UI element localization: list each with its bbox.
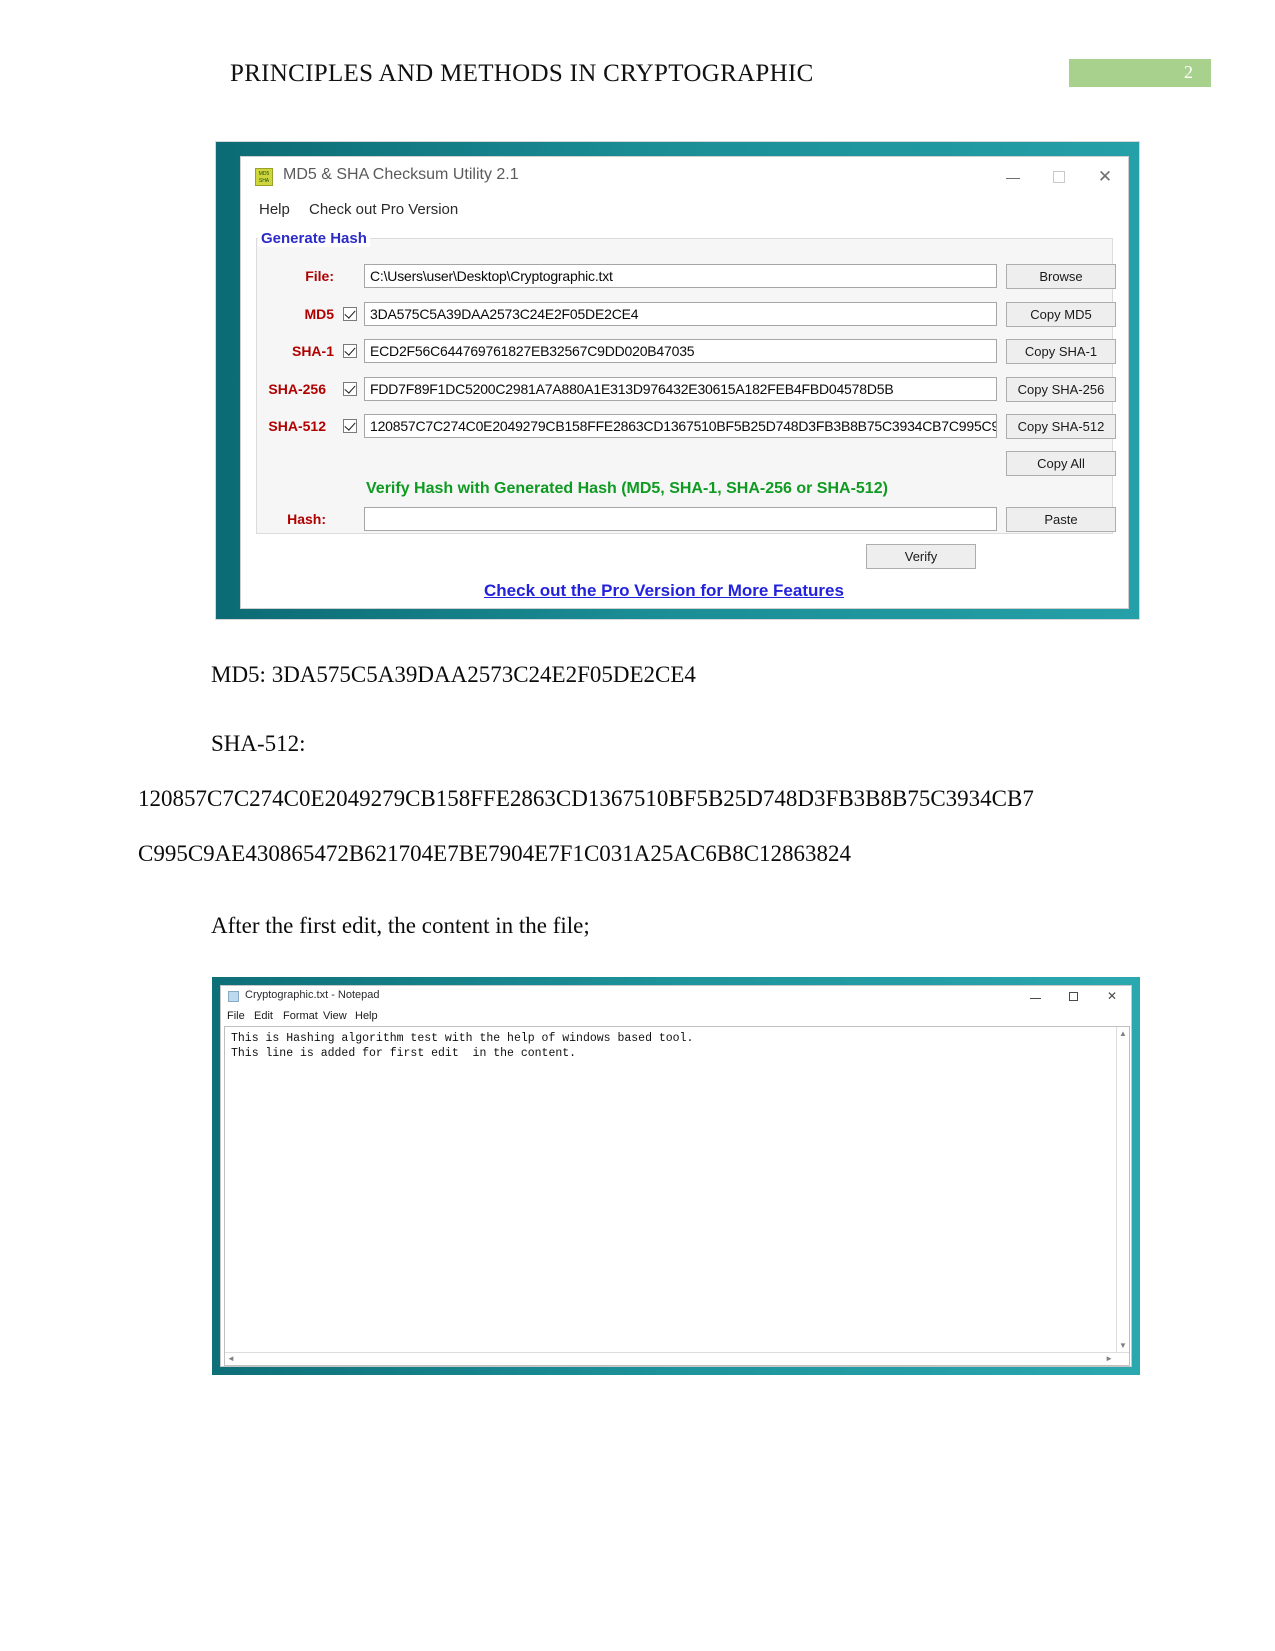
md5-app-icon-line2: SHA — [258, 178, 270, 184]
md5-window-client-area: MD5 SHA MD5 & SHA Checksum Utility 2.1 ✕… — [240, 156, 1129, 609]
md5-result-text: MD5: 3DA575C5A39DAA2573C24E2F05DE2CE4 — [211, 662, 696, 687]
minimize-icon — [1006, 178, 1020, 179]
close-button[interactable]: ✕ — [1082, 157, 1128, 197]
sha1-value-field[interactable]: ECD2F56C644769761827EB32567C9DD020B47035 — [364, 339, 997, 363]
file-input[interactable]: C:\Users\user\Desktop\Cryptographic.txt — [364, 264, 997, 288]
md5-value-field[interactable]: 3DA575C5A39DAA2573C24E2F05DE2CE4 — [364, 302, 997, 326]
sha256-row: SHA-256 FDD7F89F1DC5200C2981A7A880A1E313… — [256, 377, 1116, 402]
file-label: File: — [305, 268, 334, 284]
hash-input[interactable] — [364, 507, 997, 531]
sha1-row: SHA-1 ECD2F56C644769761827EB32567C9DD020… — [256, 339, 1116, 364]
notepad-menu-help[interactable]: Help — [355, 1010, 378, 1022]
notepad-menu-bar: File Edit Format View Help — [221, 1008, 1131, 1025]
sha512-label: SHA-512 — [268, 418, 326, 434]
menu-item-check-out-pro-version[interactable]: Check out Pro Version — [309, 201, 458, 218]
notepad-horizontal-scrollbar[interactable]: ◄ ► — [225, 1352, 1129, 1365]
sha256-label: SHA-256 — [268, 381, 326, 397]
paste-button[interactable]: Paste — [1006, 507, 1116, 532]
scroll-down-arrow-icon[interactable]: ▼ — [1119, 1341, 1127, 1351]
sha512-result-line1: 120857C7C274C0E2049279CB158FFE2863CD1367… — [138, 786, 1034, 811]
notepad-menu-file[interactable]: File — [227, 1010, 245, 1022]
notepad-title-bar: Cryptographic.txt - Notepad ✕ — [221, 986, 1131, 1008]
notepad-window-title: Cryptographic.txt - Notepad — [245, 989, 380, 1001]
generate-hash-label: Generate Hash — [258, 230, 370, 247]
sha512-result-line2: C995C9AE430865472B621704E7BE7904E7F1C031… — [138, 841, 852, 866]
minimize-button[interactable] — [990, 157, 1036, 197]
copy-sha1-button[interactable]: Copy SHA-1 — [1006, 339, 1116, 364]
verify-button[interactable]: Verify — [866, 544, 976, 569]
scroll-up-arrow-icon[interactable]: ▲ — [1119, 1029, 1127, 1039]
sha512-checkbox[interactable] — [343, 419, 357, 433]
hash-row: Hash: Paste — [256, 507, 1116, 532]
scroll-right-arrow-icon[interactable]: ► — [1105, 1354, 1113, 1364]
copy-sha256-button[interactable]: Copy SHA-256 — [1006, 377, 1116, 402]
page-number: 2 — [1184, 62, 1193, 82]
notepad-client-area: Cryptographic.txt - Notepad ✕ File Edit … — [220, 985, 1132, 1367]
page-number-badge: 2 — [1069, 59, 1211, 87]
copy-sha512-button[interactable]: Copy SHA-512 — [1006, 414, 1116, 439]
md5-title-bar: MD5 SHA MD5 & SHA Checksum Utility 2.1 ✕ — [241, 157, 1128, 197]
close-icon: ✕ — [1106, 989, 1118, 1003]
md5-window-controls: ✕ — [990, 157, 1128, 197]
notepad-content-line-1: This is Hashing algorithm test with the … — [231, 1032, 694, 1045]
sha512-value-field[interactable]: 120857C7C274C0E2049279CB158FFE2863CD1367… — [364, 414, 997, 438]
copy-md5-button[interactable]: Copy MD5 — [1006, 302, 1116, 327]
menu-item-help[interactable]: Help — [259, 201, 290, 218]
md5-app-icon: MD5 SHA — [255, 168, 273, 186]
notepad-menu-edit[interactable]: Edit — [254, 1010, 273, 1022]
document-header: PRINCIPLES AND METHODS IN CRYPTOGRAPHIC … — [0, 0, 1275, 115]
notepad-maximize-button[interactable] — [1055, 986, 1093, 1008]
md5-label: MD5 — [304, 306, 334, 322]
notepad-window-controls: ✕ — [1017, 986, 1131, 1008]
notepad-content-line-2: This line is added for first edit in the… — [231, 1047, 577, 1060]
maximize-icon — [1053, 171, 1065, 183]
pro-version-link[interactable]: Check out the Pro Version for More Featu… — [484, 581, 844, 601]
page-title: PRINCIPLES AND METHODS IN CRYPTOGRAPHIC — [230, 60, 814, 87]
md5-row: MD5 3DA575C5A39DAA2573C24E2F05DE2CE4 Cop… — [256, 302, 1116, 327]
notepad-menu-format[interactable]: Format — [283, 1010, 318, 1022]
verify-hash-heading: Verify Hash with Generated Hash (MD5, SH… — [366, 480, 888, 497]
notepad-text-area[interactable]: This is Hashing algorithm test with the … — [224, 1026, 1130, 1366]
maximize-button[interactable] — [1036, 157, 1082, 197]
notepad-vertical-scrollbar[interactable]: ▲ ▼ — [1116, 1027, 1129, 1365]
scroll-left-arrow-icon[interactable]: ◄ — [227, 1354, 235, 1364]
notepad-minimize-button[interactable] — [1017, 986, 1055, 1008]
notepad-app-icon — [228, 991, 239, 1002]
file-row: File: C:\Users\user\Desktop\Cryptographi… — [256, 264, 1116, 289]
maximize-icon — [1069, 992, 1078, 1001]
md5-menu-bar: Help Check out Pro Version — [241, 197, 1128, 225]
md5-app-icon-line1: MD5 — [258, 171, 270, 177]
notepad-window: Cryptographic.txt - Notepad ✕ File Edit … — [212, 977, 1140, 1375]
hash-label: Hash: — [287, 511, 326, 527]
after-edit-text: After the first edit, the content in the… — [211, 913, 590, 938]
md5-sha-checksum-utility-window: MD5 SHA MD5 & SHA Checksum Utility 2.1 ✕… — [215, 141, 1140, 620]
sha512-result-label: SHA-512: — [211, 731, 306, 756]
sha1-label: SHA-1 — [291, 343, 334, 359]
sha512-row: SHA-512 120857C7C274C0E2049279CB158FFE28… — [256, 414, 1116, 439]
copy-all-button[interactable]: Copy All — [1006, 451, 1116, 476]
close-icon: ✕ — [1097, 167, 1113, 186]
sha1-checkbox[interactable] — [343, 344, 357, 358]
md5-window-title: MD5 & SHA Checksum Utility 2.1 — [283, 166, 519, 183]
sha256-checkbox[interactable] — [343, 382, 357, 396]
md5-checkbox[interactable] — [343, 307, 357, 321]
sha256-value-field[interactable]: FDD7F89F1DC5200C2981A7A880A1E313D976432E… — [364, 377, 997, 401]
notepad-menu-view[interactable]: View — [323, 1010, 347, 1022]
minimize-icon — [1030, 998, 1041, 999]
browse-button[interactable]: Browse — [1006, 264, 1116, 289]
notepad-close-button[interactable]: ✕ — [1093, 986, 1131, 1008]
